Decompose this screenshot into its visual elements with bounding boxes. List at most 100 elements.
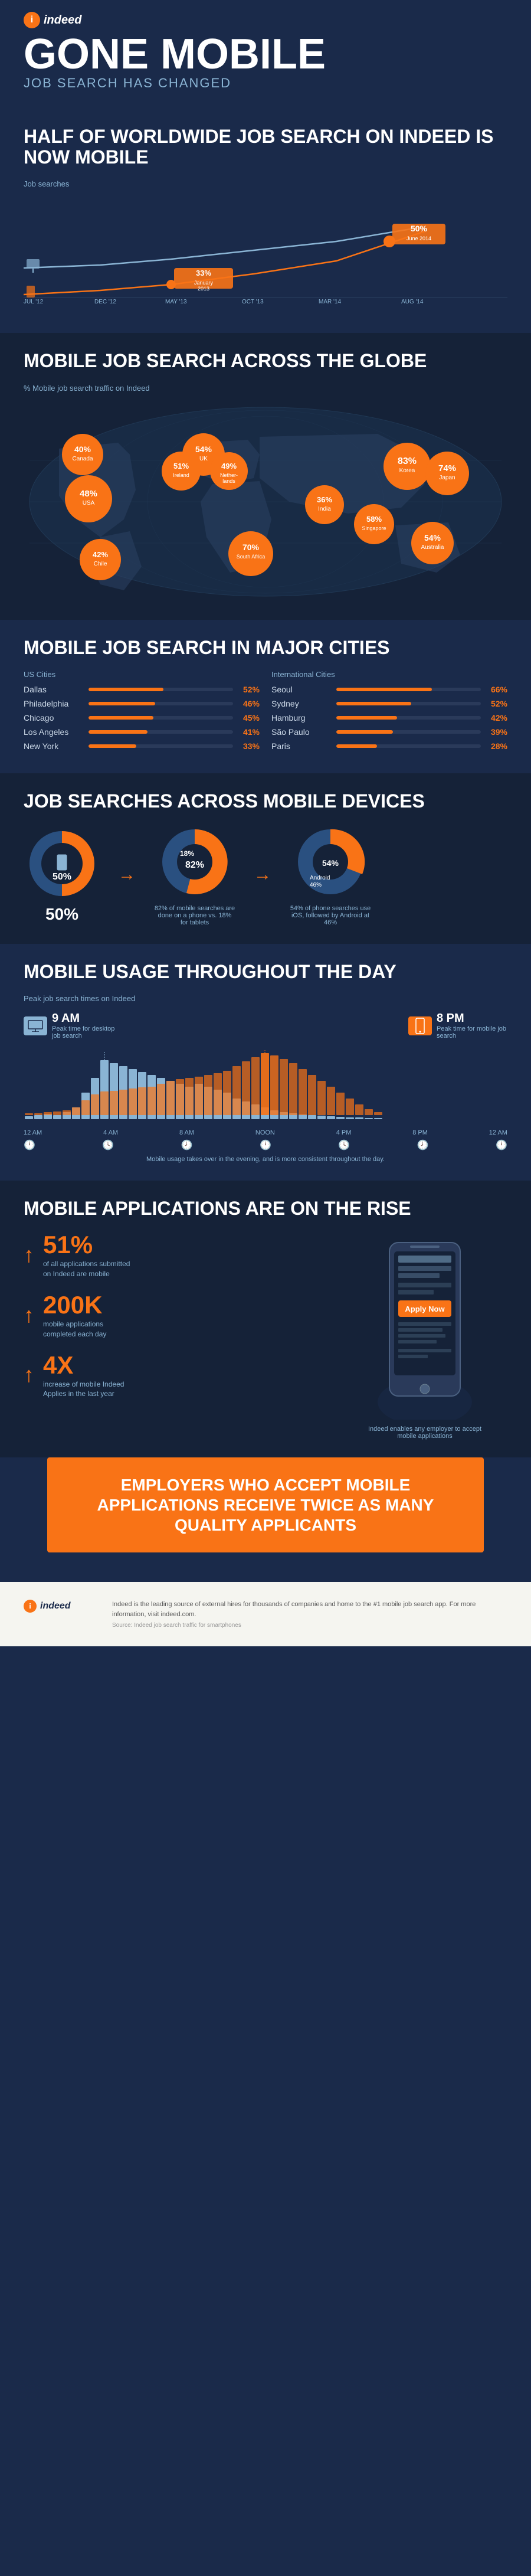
clock-icon-6: 🕗	[417, 1139, 429, 1151]
city-name: Sydney	[271, 699, 330, 708]
city-bar	[336, 716, 397, 720]
city-pct: 45%	[239, 713, 260, 723]
svg-text:54%: 54%	[424, 533, 441, 542]
svg-text:Chile: Chile	[94, 561, 107, 567]
clock-icon-3: 🕗	[181, 1139, 193, 1151]
section6-title: MOBILE APPLICATIONS ARE ON THE RISE	[24, 1198, 507, 1219]
city-pct: 52%	[239, 685, 260, 694]
arrow-up-icon-2: ↑	[24, 1303, 34, 1328]
city-bar-container	[88, 702, 233, 705]
svg-text:82%: 82%	[185, 860, 204, 870]
stat-4x: ↑ 4X increase of mobile Indeed Applies i…	[24, 1351, 319, 1400]
city-pct: 46%	[239, 699, 260, 708]
mobile-icon	[408, 1016, 432, 1035]
stat-4x-number: 4X	[43, 1351, 137, 1379]
section-devices: JOB SEARCHES ACROSS MOBILE DEVICES 50% 5…	[0, 773, 531, 944]
ios-android-pie: 54% Android 46% 54% of phone searches us…	[289, 823, 372, 926]
city-bar-container	[336, 744, 481, 748]
mobile-time: 8 PM	[437, 1012, 507, 1025]
svg-text:49%: 49%	[221, 462, 237, 470]
pie2-label: 54% of phone searches use iOS, followed …	[289, 905, 372, 926]
section3-title: MOBILE JOB SEARCH IN MAJOR CITIES	[24, 638, 507, 658]
half-mobile-stat: 50% 50%	[24, 825, 100, 924]
logo-text: indeed	[44, 14, 81, 27]
city-bar-container	[336, 716, 481, 720]
cta-banner: EMPLOYERS WHO ACCEPT MOBILE APPLICATIONS…	[47, 1457, 484, 1552]
phone-mockup: Apply Now Indeed enables any employer to…	[342, 1231, 507, 1440]
city-sydney: Sydney 52%	[271, 699, 507, 708]
footer-logo-col: i indeed	[24, 1600, 94, 1613]
arrow-up-icon-1: ↑	[24, 1243, 34, 1267]
section-cities: MOBILE JOB SEARCH IN MAJOR CITIES US Cit…	[0, 620, 531, 773]
x-label-8am: 8 AM	[179, 1129, 194, 1136]
arrow-icon2: →	[254, 865, 271, 885]
city-bar-container	[88, 744, 233, 748]
svg-text:JUL '12: JUL '12	[24, 299, 44, 303]
city-name: Paris	[271, 741, 330, 751]
svg-text:54%: 54%	[195, 444, 212, 454]
stat-51-content: 51% of all applications submitted on Ind…	[43, 1231, 137, 1279]
city-name: Dallas	[24, 685, 83, 694]
apps-stats: ↑ 51% of all applications submitted on I…	[24, 1231, 319, 1411]
footer-logo: i indeed	[24, 1600, 94, 1613]
svg-text:Singapore: Singapore	[362, 525, 386, 531]
svg-text:South Africa: South Africa	[237, 554, 266, 560]
city-name: Los Angeles	[24, 727, 83, 737]
header-section: i indeed GONE MOBILE JOB SEARCH HAS CHAN…	[0, 0, 531, 109]
svg-text:54%: 54%	[322, 858, 339, 868]
svg-text:48%: 48%	[80, 489, 97, 499]
footer-text: Indeed is the leading source of external…	[112, 1600, 507, 1619]
section4-title: JOB SEARCHES ACROSS MOBILE DEVICES	[24, 791, 507, 812]
city-bar	[336, 730, 393, 734]
city-bar	[336, 702, 411, 705]
section-usage: MOBILE USAGE THROUGHOUT THE DAY Peak job…	[0, 944, 531, 1181]
svg-text:MAY '13: MAY '13	[165, 299, 187, 303]
section5-title: MOBILE USAGE THROUGHOUT THE DAY	[24, 962, 507, 982]
section2-subtitle: % Mobile job search traffic on Indeed	[24, 384, 507, 393]
clock-icon-7: 🕛	[496, 1139, 507, 1151]
arrow-icon: →	[118, 865, 136, 885]
city-bar	[336, 744, 377, 748]
x-label-4pm: 4 PM	[336, 1129, 352, 1136]
city-name: Philadelphia	[24, 699, 83, 708]
section5-subtitle: Peak job search times on Indeed	[24, 994, 507, 1003]
city-la: Los Angeles 41%	[24, 727, 260, 737]
city-bar	[88, 744, 136, 748]
svg-text:74%: 74%	[438, 463, 456, 473]
svg-text:18%: 18%	[180, 849, 194, 858]
city-name: São Paulo	[271, 727, 330, 737]
city-name: New York	[24, 741, 83, 751]
phone-tablet-pie: 18% 82% 82% of mobile searches are done …	[153, 823, 236, 926]
line-chart: 33% January 2013 50% June 2014 JUL '12 D…	[24, 197, 507, 303]
svg-text:January: January	[194, 280, 214, 286]
mobile-time-text: 8 PM Peak time for mobile job search	[437, 1012, 507, 1039]
x-label-4am: 4 AM	[103, 1129, 118, 1136]
svg-text:51%: 51%	[173, 462, 189, 470]
svg-text:70%: 70%	[242, 542, 260, 552]
svg-text:40%: 40%	[74, 444, 91, 454]
city-bar-container	[88, 716, 233, 720]
desktop-icon	[24, 1016, 47, 1035]
city-chicago: Chicago 45%	[24, 713, 260, 723]
mobile-desc: Peak time for mobile job search	[437, 1025, 507, 1039]
city-pct: 52%	[487, 699, 507, 708]
devices-content: 50% 50% → 18% 82% 82% of mobile searches…	[24, 823, 507, 926]
desktop-desc: Peak time for desktop job search	[52, 1025, 123, 1039]
city-bar	[336, 688, 432, 691]
city-pct: 39%	[487, 727, 507, 737]
x-label-12am-end: 12 AM	[489, 1129, 507, 1136]
svg-text:lands: lands	[222, 478, 235, 484]
city-bar-container	[336, 730, 481, 734]
svg-text:Korea: Korea	[399, 468, 415, 474]
mobile-pct-label: 50%	[45, 905, 78, 924]
stat-200k: ↑ 200K mobile applications completed eac…	[24, 1291, 319, 1339]
footer-text-col: Indeed is the leading source of external…	[112, 1600, 507, 1629]
intl-col-title: International Cities	[271, 670, 507, 679]
footer-logo-icon: i	[24, 1600, 37, 1613]
x-label-12am: 12 AM	[24, 1129, 42, 1136]
intl-cities-col: International Cities Seoul 66% Sydney 52…	[271, 670, 507, 756]
svg-text:Canada: Canada	[72, 456, 93, 462]
svg-text:AUG '14: AUG '14	[401, 299, 424, 303]
x-label-noon: NOON	[255, 1129, 275, 1136]
svg-text:36%: 36%	[317, 495, 332, 504]
